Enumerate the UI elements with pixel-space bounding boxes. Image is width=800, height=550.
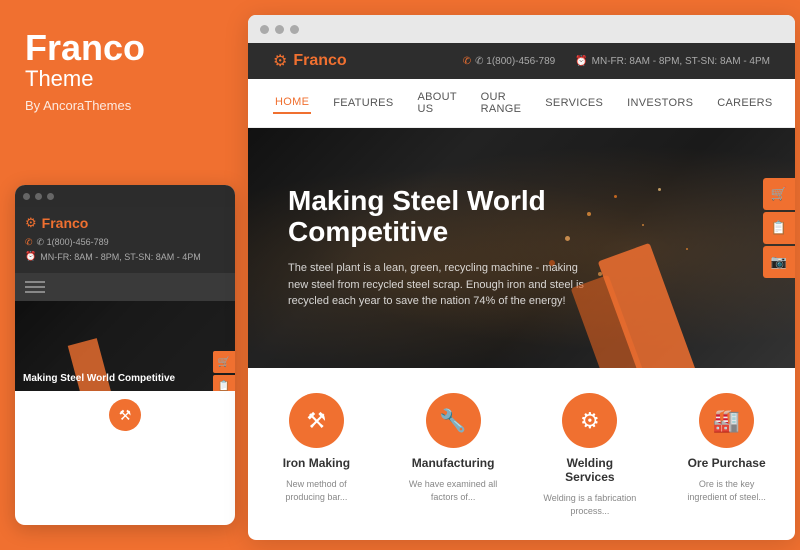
desktop-logo-text: Franco <box>293 52 346 70</box>
mobile-phone-row: ✆ ✆ 1(800)-456-789 <box>25 237 225 248</box>
theme-subtitle: Theme <box>25 66 215 92</box>
desktop-dot-2 <box>275 25 284 34</box>
nav-item-about[interactable]: ABOUT US <box>415 87 458 119</box>
desktop-phone-text: ✆ 1(800)-456-789 <box>475 56 555 67</box>
nav-item-services[interactable]: SERVICES <box>543 93 605 113</box>
iron-making-desc: New method of producing bar... <box>268 478 365 503</box>
theme-title: Franco <box>25 30 215 66</box>
welding-label: Welding Services <box>542 456 639 484</box>
welding-desc: Welding is a fabrication process... <box>542 492 639 517</box>
nav-item-features[interactable]: FEATURES <box>331 93 395 113</box>
mobile-nav <box>15 273 235 301</box>
desktop-hours-contact: ⏰ MN-FR: 8AM - 8PM, ST-SN: 8AM - 4PM <box>575 56 770 67</box>
mobile-logo-row: ⚙ Franco <box>25 215 225 231</box>
desktop-hero-content: Making Steel World Competitive The steel… <box>288 186 592 309</box>
iron-making-label: Iron Making <box>283 456 350 470</box>
iron-making-icon: ⚒ <box>307 408 327 434</box>
ore-desc: Ore is the key ingredient of steel... <box>678 478 775 503</box>
ore-icon-circle: 🏭 <box>699 393 754 448</box>
mobile-phone-text: ✆ 1(800)-456-789 <box>37 237 109 248</box>
mobile-dot-1 <box>23 193 30 200</box>
hamburger-line-3 <box>25 291 45 293</box>
welding-icon-circle: ⚙ <box>562 393 617 448</box>
mobile-preview: ⚙ Franco ✆ ✆ 1(800)-456-789 ⏰ MN-FR: 8AM… <box>15 185 235 525</box>
mobile-phone-icon: ✆ <box>25 237 33 248</box>
desktop-phone-contact: ✆ ✆ 1(800)-456-789 <box>463 56 555 67</box>
nav-item-home[interactable]: HOME <box>273 92 311 114</box>
welding-icon: ⚙ <box>580 408 600 434</box>
desktop-site-header: ⚙ Franco ✆ ✆ 1(800)-456-789 ⏰ MN-FR: 8AM… <box>248 43 795 79</box>
desktop-side-btn-list[interactable]: 📋 <box>763 212 795 244</box>
desktop-icons-section: ⚒ Iron Making New method of producing ba… <box>248 368 795 532</box>
mobile-cart-btn-1[interactable]: 🛒 <box>213 351 235 373</box>
desktop-side-btn-camera[interactable]: 📷 <box>763 246 795 278</box>
mobile-header: ⚙ Franco ✆ ✆ 1(800)-456-789 ⏰ MN-FR: 8AM… <box>15 207 235 273</box>
mobile-side-buttons: 🛒 📋 📷 <box>213 351 235 391</box>
mobile-dot-3 <box>47 193 54 200</box>
ore-icon: 🏭 <box>713 408 740 434</box>
mobile-icon-circle: ⚒ <box>109 399 141 431</box>
hamburger-line-1 <box>25 281 45 283</box>
mobile-cart-btn-2[interactable]: 📋 <box>213 375 235 391</box>
ore-label: Ore Purchase <box>688 456 766 470</box>
mobile-hero-text: Making Steel World Competitive <box>23 373 175 385</box>
service-iron-making: ⚒ Iron Making New method of producing ba… <box>268 393 365 517</box>
desktop-gear-icon: ⚙ <box>273 51 287 71</box>
desktop-logo-area: ⚙ Franco <box>273 51 347 71</box>
desktop-dot-1 <box>260 25 269 34</box>
service-welding: ⚙ Welding Services Welding is a fabricat… <box>542 393 639 517</box>
mobile-bottom: ⚒ <box>15 391 235 439</box>
hamburger-line-2 <box>25 286 45 288</box>
desktop-side-btn-cart[interactable]: 🛒 <box>763 178 795 210</box>
desktop-dot-3 <box>290 25 299 34</box>
manufacturing-icon: 🔧 <box>439 408 466 434</box>
manufacturing-label: Manufacturing <box>412 456 495 470</box>
mobile-hours-text: MN-FR: 8AM - 8PM, ST-SN: 8AM - 4PM <box>40 252 201 262</box>
mobile-gear-icon: ⚙ <box>25 215 37 231</box>
nav-item-careers[interactable]: CAREERS <box>715 93 774 113</box>
mobile-logo-text: Franco <box>42 215 89 231</box>
desktop-side-buttons: 🛒 📋 📷 <box>763 178 795 280</box>
desktop-hero-title: Making Steel World Competitive <box>288 186 592 248</box>
theme-author: By AncoraThemes <box>25 98 215 113</box>
nav-item-range[interactable]: OUR RANGE <box>479 87 524 119</box>
mobile-hours-row: ⏰ MN-FR: 8AM - 8PM, ST-SN: 8AM - 4PM <box>25 251 225 262</box>
mobile-dot-2 <box>35 193 42 200</box>
desktop-header-right: ✆ ✆ 1(800)-456-789 ⏰ MN-FR: 8AM - 8PM, S… <box>463 56 770 67</box>
clock-icon: ⏰ <box>575 56 587 67</box>
mobile-hero: Making Steel World Competitive 🛒 📋 📷 <box>15 301 235 391</box>
desktop-hero-subtitle: The steel plant is a lean, green, recycl… <box>288 260 592 310</box>
nav-item-investors[interactable]: INVESTORS <box>625 93 695 113</box>
desktop-hero: Making Steel World Competitive The steel… <box>248 128 795 368</box>
desktop-preview: ⚙ Franco ✆ ✆ 1(800)-456-789 ⏰ MN-FR: 8AM… <box>248 15 795 540</box>
mobile-browser-bar <box>15 185 235 207</box>
nav-item-contacts[interactable]: CONTACTS <box>795 93 796 113</box>
service-manufacturing: 🔧 Manufacturing We have examined all fac… <box>405 393 502 517</box>
iron-making-icon-circle: ⚒ <box>289 393 344 448</box>
service-ore-purchase: 🏭 Ore Purchase Ore is the key ingredient… <box>678 393 775 517</box>
desktop-hours-text: MN-FR: 8AM - 8PM, ST-SN: 8AM - 4PM <box>592 56 770 67</box>
desktop-browser-bar <box>248 15 795 43</box>
mobile-clock-icon: ⏰ <box>25 251 36 262</box>
phone-icon: ✆ <box>463 56 471 67</box>
manufacturing-icon-circle: 🔧 <box>426 393 481 448</box>
manufacturing-desc: We have examined all factors of... <box>405 478 502 503</box>
left-panel: Franco Theme By AncoraThemes ⚙ Franco ✆ … <box>0 0 240 550</box>
desktop-nav: HOME FEATURES ABOUT US OUR RANGE SERVICE… <box>248 79 795 128</box>
